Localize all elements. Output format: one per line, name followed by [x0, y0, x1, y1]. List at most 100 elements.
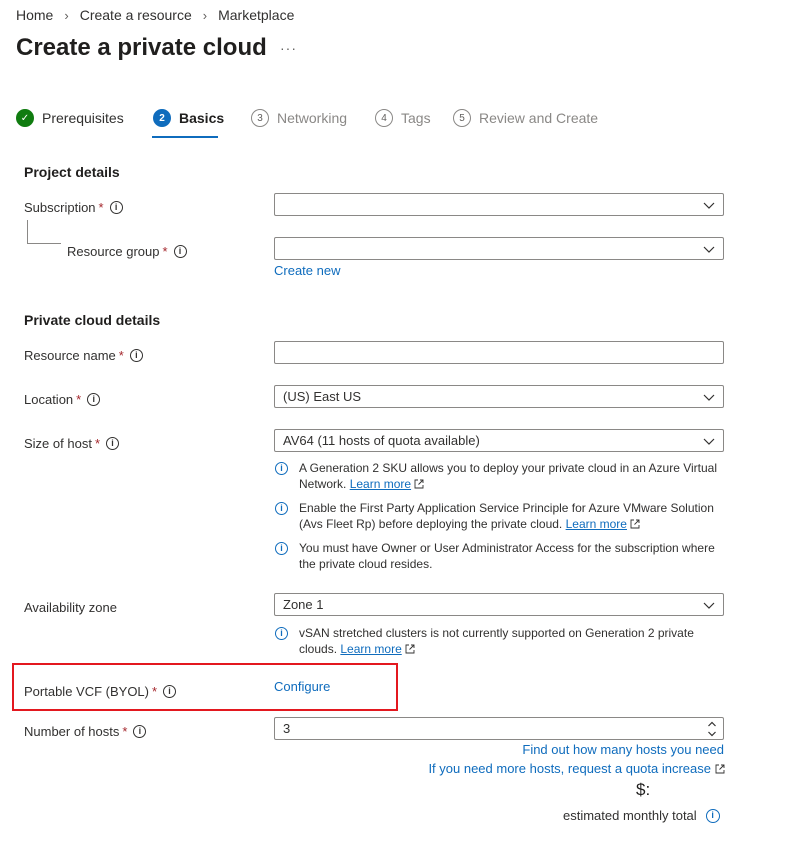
required-asterisk: *	[122, 724, 128, 739]
stepper-value: 3	[283, 721, 291, 736]
external-link-icon	[630, 519, 640, 529]
resource-name-input[interactable]	[274, 341, 724, 364]
tab-label: Review and Create	[479, 110, 599, 126]
tab-tags[interactable]: 4 Tags	[375, 106, 431, 130]
external-link-icon	[715, 764, 725, 773]
resource-group-label: Resource group * i	[67, 244, 187, 259]
info-icon[interactable]: i	[173, 245, 187, 258]
info-icon[interactable]: i	[109, 201, 123, 214]
breadcrumb: Home › Create a resource › Marketplace	[16, 7, 294, 23]
breadcrumb-create-resource[interactable]: Create a resource	[80, 7, 192, 23]
estimated-monthly-total: estimated monthly total i	[563, 808, 720, 823]
dropdown-value: AV64 (11 hosts of quota available)	[283, 433, 480, 448]
project-details-heading: Project details	[24, 164, 120, 180]
external-link-icon	[414, 479, 424, 489]
required-asterisk: *	[162, 244, 168, 259]
chevron-right-icon: ›	[64, 7, 69, 23]
info-icon[interactable]: i	[87, 393, 101, 406]
breadcrumb-home[interactable]: Home	[16, 7, 53, 23]
location-dropdown[interactable]: (US) East US	[274, 385, 724, 408]
info-icon: i	[275, 542, 288, 555]
required-asterisk: *	[118, 348, 124, 363]
configure-link[interactable]: Configure	[274, 679, 330, 694]
tab-label: Basics	[179, 110, 225, 126]
label-text: Availability zone	[24, 600, 117, 615]
required-asterisk: *	[152, 684, 158, 699]
resource-group-dropdown[interactable]	[274, 237, 724, 260]
number-of-hosts-label: Number of hosts * i	[24, 724, 147, 739]
estimated-price: $:	[636, 780, 651, 799]
service-principle-note: i Enable the First Party Application Ser…	[274, 500, 724, 532]
label-text: Resource name	[24, 348, 116, 363]
label-text: Portable VCF (BYOL)	[24, 684, 149, 699]
info-icon[interactable]: i	[106, 437, 119, 450]
portable-vcf-label: Portable VCF (BYOL) * i	[24, 684, 177, 699]
info-icon: i	[275, 462, 288, 475]
tab-networking[interactable]: 3 Networking	[251, 106, 347, 130]
page-title: Create a private cloud	[16, 34, 267, 61]
spin-arrows-icon[interactable]	[707, 720, 717, 738]
estimate-label: estimated monthly total	[563, 808, 697, 823]
breadcrumb-marketplace[interactable]: Marketplace	[218, 7, 294, 23]
info-icon[interactable]: i	[129, 349, 143, 362]
tab-prerequisites[interactable]: ✓ Prerequisites	[16, 106, 124, 130]
info-icon: i	[275, 627, 288, 640]
more-options-icon[interactable]: ···	[280, 40, 297, 56]
external-link-icon	[405, 644, 415, 654]
label-text: Location	[24, 392, 74, 407]
wizard-steps: ✓ Prerequisites 2 Basics 3 Networking 4 …	[16, 106, 716, 142]
step-number-badge: 3	[251, 109, 269, 127]
info-icon: i	[275, 502, 288, 515]
note-text: vSAN stretched clusters is not currently…	[299, 625, 724, 657]
size-of-host-label: Size of host * i	[24, 436, 119, 451]
label-text: Size of host	[24, 436, 92, 451]
info-icon[interactable]: i	[133, 725, 147, 738]
chevron-right-icon: ›	[202, 7, 208, 23]
tab-review-and-create[interactable]: 5 Review and Create	[453, 106, 598, 130]
number-of-hosts-stepper[interactable]: 3	[274, 717, 724, 740]
label-text: Subscription	[24, 200, 96, 215]
availability-zone-dropdown[interactable]: Zone 1	[274, 593, 724, 616]
tab-basics[interactable]: 2 Basics	[153, 106, 224, 130]
active-tab-indicator	[152, 136, 218, 138]
tab-label: Networking	[277, 110, 348, 126]
chevron-down-icon	[703, 246, 715, 253]
info-icon[interactable]: i	[163, 685, 177, 698]
label-text: Number of hosts	[24, 724, 120, 739]
subscription-dropdown[interactable]	[274, 193, 724, 216]
step-number-badge: 2	[153, 109, 171, 127]
required-asterisk: *	[98, 200, 104, 215]
required-asterisk: *	[76, 392, 82, 407]
tab-label: Tags	[401, 110, 431, 126]
learn-more-link[interactable]: Learn more	[340, 642, 401, 656]
learn-more-link[interactable]: Learn more	[350, 477, 411, 491]
dropdown-value: (US) East US	[283, 389, 362, 404]
create-new-link[interactable]: Create new	[274, 263, 340, 278]
find-hosts-link[interactable]: Find out how many hosts you need	[522, 742, 724, 757]
tab-label: Prerequisites	[42, 110, 124, 126]
resource-name-label: Resource name * i	[24, 348, 143, 363]
label-text: Resource group	[67, 244, 160, 259]
vsan-note: i vSAN stretched clusters is not current…	[274, 625, 724, 657]
owner-access-note: i You must have Owner or User Administra…	[274, 540, 724, 572]
tree-connector	[27, 220, 61, 244]
chevron-down-icon	[703, 438, 715, 445]
location-label: Location * i	[24, 392, 101, 407]
chevron-down-icon	[703, 202, 715, 209]
note-text: A Generation 2 SKU allows you to deploy …	[299, 460, 724, 492]
note-text: Enable the First Party Application Servi…	[299, 500, 724, 532]
chevron-down-icon	[703, 602, 715, 609]
note-text: You must have Owner or User Administrato…	[299, 541, 715, 571]
size-of-host-dropdown[interactable]: AV64 (11 hosts of quota available)	[274, 429, 724, 452]
required-asterisk: *	[94, 436, 100, 451]
checkmark-icon: ✓	[16, 109, 34, 127]
quota-increase-link[interactable]: If you need more hosts, request a quota …	[428, 761, 725, 776]
learn-more-link[interactable]: Learn more	[566, 517, 627, 531]
subscription-label: Subscription * i	[24, 200, 123, 215]
availability-zone-label: Availability zone	[24, 600, 117, 615]
info-icon[interactable]: i	[705, 808, 720, 823]
dropdown-value: Zone 1	[283, 597, 324, 612]
note-body: Enable the First Party Application Servi…	[299, 501, 714, 531]
link-text: If you need more hosts, request a quota …	[428, 761, 711, 776]
chevron-down-icon	[703, 394, 715, 401]
